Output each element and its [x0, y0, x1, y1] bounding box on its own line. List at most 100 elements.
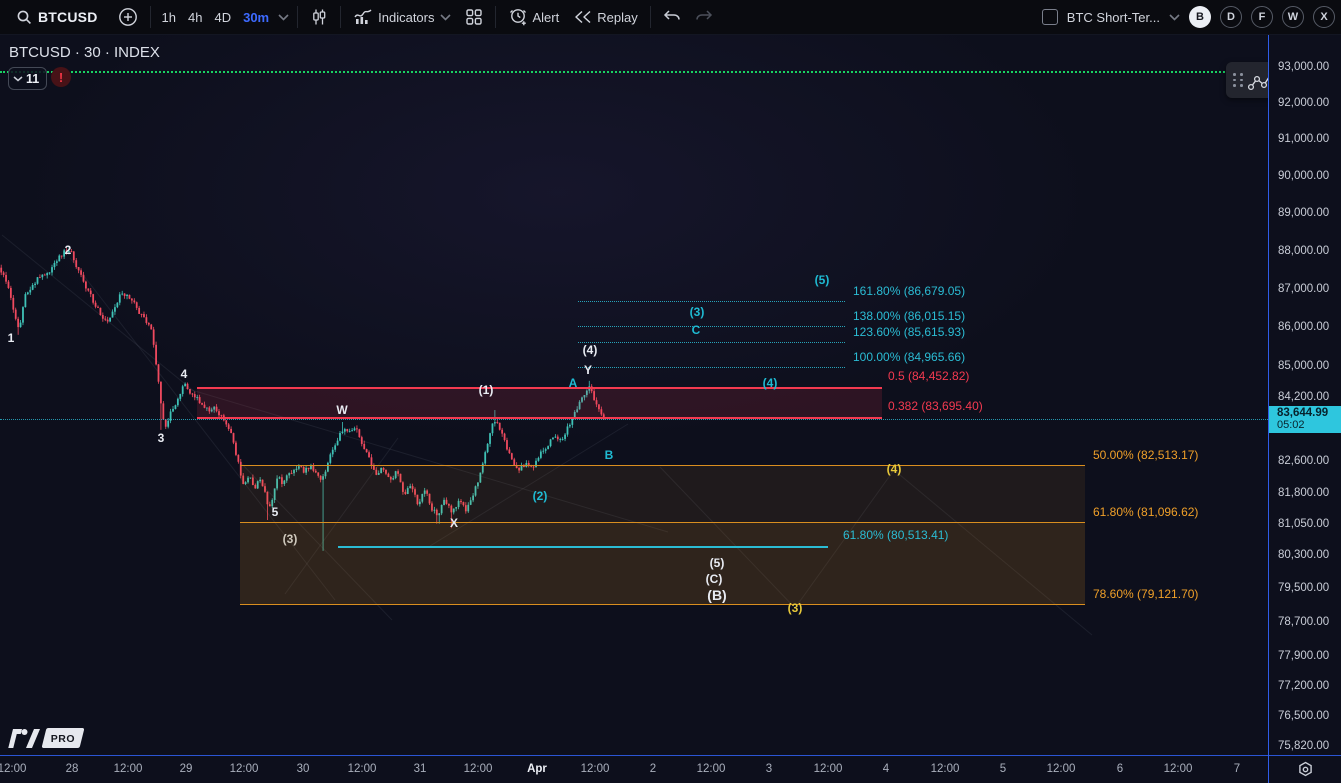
wave-label-C[interactable]: C — [692, 323, 701, 337]
search-icon — [16, 9, 33, 26]
wave-label-2[interactable]: (2) — [533, 489, 548, 503]
chart-title[interactable]: BTCUSD · 30 · INDEX — [9, 44, 160, 61]
time-tick: 12:00 — [931, 763, 960, 775]
candle-body — [569, 425, 571, 427]
fib-orange-zone-upper[interactable] — [240, 465, 1085, 523]
timeframe-4d[interactable]: 4D — [208, 10, 237, 25]
trend-line-faint[interactable] — [2, 235, 195, 392]
gear-icon[interactable] — [1297, 761, 1314, 778]
candle-body — [511, 453, 513, 459]
candle-body — [138, 308, 140, 314]
floating-drawing-toolbar[interactable]: AC — [1226, 62, 1268, 98]
undo-button[interactable] — [656, 4, 688, 30]
price-tick: 85,000.00 — [1278, 360, 1329, 372]
wave-label-3[interactable]: (3) — [690, 305, 705, 319]
time-tick: 6 — [1117, 763, 1123, 775]
save-layout-checkbox[interactable] — [1042, 9, 1058, 25]
fib-cyan-dotted-line[interactable] — [578, 367, 845, 368]
price-axis[interactable]: 93,000.0092,000.0091,000.0090,000.0089,0… — [1269, 34, 1341, 756]
chevron-down-icon — [13, 76, 23, 82]
replay-button[interactable]: Replay — [566, 4, 644, 30]
wave-label-2[interactable]: 2 — [65, 243, 72, 257]
fib-cyan-dotted-line[interactable] — [578, 342, 845, 343]
wave-label-B[interactable]: (B) — [707, 587, 726, 603]
avatar-x[interactable]: X — [1313, 6, 1335, 28]
timeframe-30m-active[interactable]: 30m — [237, 10, 275, 25]
avatar-b[interactable]: B — [1189, 6, 1211, 28]
candle-body — [567, 426, 569, 434]
legend-objects-pill[interactable]: 11 — [8, 67, 47, 90]
candle-body — [148, 323, 150, 325]
candle-body — [61, 256, 63, 257]
chevron-down-icon[interactable] — [1169, 14, 1180, 21]
alert-price-line[interactable] — [0, 71, 1268, 73]
fib-orange-line[interactable] — [240, 465, 1085, 466]
timeframe-4h[interactable]: 4h — [182, 10, 208, 25]
avatar-d[interactable]: D — [1220, 6, 1242, 28]
wave-label-1[interactable]: 1 — [8, 331, 15, 345]
wave-pattern-tool-icon[interactable]: AC — [1247, 66, 1268, 94]
fib-cyan-solid-line[interactable] — [338, 546, 828, 548]
wave-label-4[interactable]: (4) — [887, 462, 902, 476]
candle-body — [12, 298, 14, 310]
fib-orange-line[interactable] — [240, 522, 1085, 523]
layout-name[interactable]: BTC Short-Ter... — [1067, 10, 1160, 25]
timeframe-menu-button[interactable] — [275, 4, 292, 30]
grid-layout-button[interactable] — [458, 4, 490, 30]
redo-button[interactable] — [688, 4, 720, 30]
fib-cyan-line-label: 61.80% (80,513.41) — [843, 528, 948, 542]
candle-body — [366, 449, 368, 452]
wave-label-4[interactable]: (4) — [583, 343, 598, 357]
fib-orange-line[interactable] — [240, 604, 1085, 605]
wave-label-B[interactable]: B — [605, 448, 614, 462]
wave-label-5[interactable]: (5) — [710, 556, 725, 570]
time-axis[interactable]: 12:002812:002912:003012:003112:00Apr12:0… — [0, 756, 1341, 783]
wave-label-C[interactable]: (C) — [706, 572, 723, 586]
avatar-f[interactable]: F — [1251, 6, 1273, 28]
fib-orange-zone-lower[interactable] — [240, 522, 1085, 604]
candle-body — [56, 261, 58, 263]
candle-body — [489, 433, 491, 444]
fib-cyan-dotted-line[interactable] — [578, 301, 845, 302]
time-tick: 12:00 — [230, 763, 259, 775]
wave-label-X[interactable]: X — [450, 516, 458, 530]
error-exclamation-icon[interactable]: ! — [51, 67, 71, 87]
fib-red-zone[interactable] — [197, 387, 882, 417]
alert-button[interactable]: Alert — [501, 4, 567, 30]
fib-red-line[interactable] — [197, 387, 882, 389]
wave-label-5[interactable]: (5) — [815, 273, 830, 287]
symbol-search-button[interactable]: BTCUSD — [9, 4, 105, 30]
symbol-name: BTCUSD — [38, 9, 98, 25]
wave-label-W[interactable]: W — [336, 403, 347, 417]
tradingview-watermark[interactable]: PRO — [8, 728, 82, 748]
wave-label-3[interactable]: 3 — [158, 431, 165, 445]
wave-label-1[interactable]: (1) — [479, 383, 494, 397]
candle-body — [162, 403, 164, 419]
wave-label-A[interactable]: A — [569, 376, 578, 390]
wave-label-4[interactable]: 4 — [181, 367, 188, 381]
wave-label-5[interactable]: 5 — [272, 505, 279, 519]
candle-body — [46, 273, 48, 275]
fib-cyan-dotted-line[interactable] — [578, 326, 845, 327]
wave-label-3[interactable]: (3) — [788, 601, 803, 615]
compare-add-button[interactable] — [111, 4, 145, 30]
indicators-button[interactable]: Indicators — [346, 4, 457, 30]
price-tick: 81,050.00 — [1278, 518, 1329, 530]
wave-label-4[interactable]: (4) — [763, 376, 778, 390]
candle-body — [146, 317, 148, 323]
wave-label-Y[interactable]: Y — [584, 363, 592, 377]
chart-pane[interactable]: BTCUSD · 30 · INDEX 11 ! AC PRO 50.00% (… — [0, 34, 1268, 756]
price-tick: 78,700.00 — [1278, 616, 1329, 628]
candle-body — [32, 285, 34, 290]
avatar-w[interactable]: W — [1282, 6, 1304, 28]
candle-body — [368, 452, 370, 457]
candle-body — [554, 437, 556, 438]
timeframe-1h[interactable]: 1h — [156, 10, 182, 25]
fib-orange-label: 61.80% (81,096.62) — [1093, 505, 1198, 519]
wave-label-3[interactable]: (3) — [283, 532, 298, 546]
drag-handle-icon[interactable] — [1233, 73, 1244, 87]
time-tick: 28 — [66, 763, 79, 775]
chart-settings-cell[interactable] — [1269, 756, 1341, 783]
chart-style-button[interactable] — [303, 4, 335, 30]
candle-body — [494, 422, 496, 423]
